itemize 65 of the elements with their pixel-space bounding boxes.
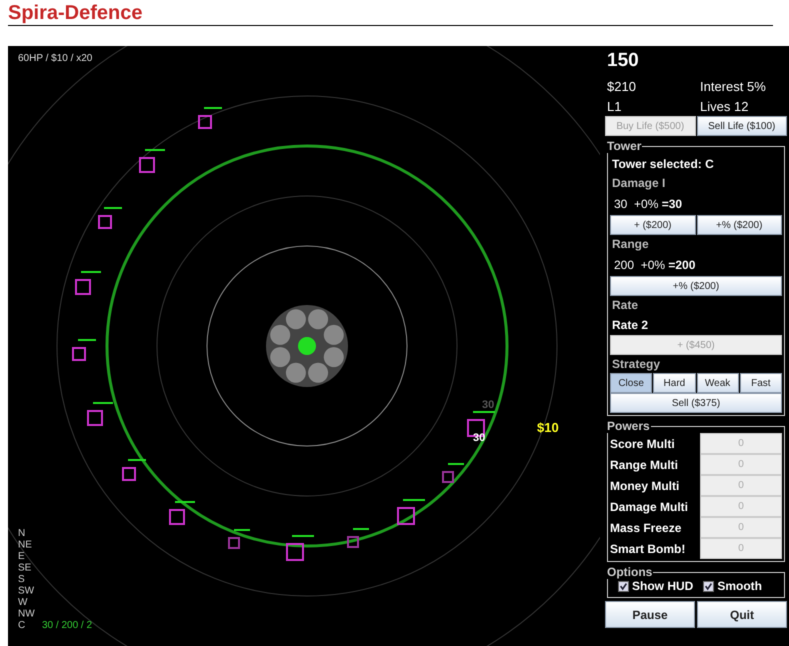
enemy-drawing bbox=[98, 207, 122, 229]
power-label: Mass Freeze bbox=[610, 520, 682, 534]
wave-info: 60HP / $10 / x20 bbox=[18, 53, 92, 64]
section-label: Rate bbox=[611, 297, 640, 314]
enemy-drawing bbox=[169, 501, 195, 525]
floating-text: $10 bbox=[537, 420, 559, 435]
life-button[interactable]: Sell Life ($100) bbox=[696, 116, 787, 136]
checkbox[interactable] bbox=[703, 580, 714, 592]
page-title: Spira-Defence bbox=[8, 2, 142, 25]
section-label: Strategy bbox=[611, 356, 662, 373]
panel-legend: Tower bbox=[606, 139, 642, 153]
score: 150 bbox=[606, 49, 640, 73]
enemy-drawing bbox=[122, 459, 146, 481]
direction-label[interactable]: N bbox=[18, 528, 26, 539]
level: L1 bbox=[607, 98, 622, 114]
strategy-tab[interactable]: Fast bbox=[740, 373, 782, 393]
option-label[interactable]: Smooth bbox=[717, 579, 762, 593]
option-label[interactable]: Show HUD bbox=[632, 579, 694, 593]
section-label: Damage I bbox=[611, 175, 666, 192]
power-label: Range Multi bbox=[610, 458, 679, 472]
direction-label[interactable]: W bbox=[18, 597, 28, 608]
enemy-drawing bbox=[397, 499, 425, 525]
upgrade-button[interactable]: Sell ($375) bbox=[610, 393, 782, 413]
checkbox[interactable] bbox=[618, 580, 629, 592]
lives: Lives 12 bbox=[700, 98, 750, 114]
upgrade-button[interactable]: +% ($200) bbox=[696, 215, 782, 235]
money: $210 bbox=[607, 78, 637, 94]
game-button[interactable]: Quit bbox=[697, 601, 787, 628]
enemy-drawing bbox=[228, 529, 250, 549]
stat-line: 30 +0% =30 bbox=[613, 196, 684, 213]
tower-drawing[interactable] bbox=[266, 305, 348, 387]
game-button[interactable]: Pause bbox=[605, 601, 695, 628]
direction-label[interactable]: C bbox=[18, 620, 26, 631]
floating-text: 30 bbox=[482, 399, 494, 411]
enemy-drawing bbox=[286, 535, 314, 561]
enemy-drawing bbox=[87, 402, 113, 426]
direction-label[interactable]: SW bbox=[18, 586, 34, 596]
tower-value: Rate 2 bbox=[611, 317, 650, 334]
enemy-drawing bbox=[139, 149, 165, 173]
direction-label[interactable]: NW bbox=[18, 608, 35, 620]
power-label: Smart Bomb! bbox=[610, 542, 686, 556]
strategy-tab[interactable]: Weak bbox=[696, 373, 739, 393]
strategy-tab[interactable]: Close bbox=[610, 373, 652, 393]
tower-stats: 30 / 200 / 2 bbox=[42, 620, 92, 631]
enemy-drawing bbox=[442, 463, 464, 483]
enemy-drawing bbox=[198, 107, 222, 129]
power-label: Score Multi bbox=[610, 436, 676, 450]
strategy-tab[interactable]: Hard bbox=[653, 373, 696, 393]
panel-legend: Options bbox=[606, 565, 654, 579]
upgrade-button[interactable]: + ($200) bbox=[610, 215, 696, 235]
enemy-drawing bbox=[347, 528, 369, 548]
power-label: Money Multi bbox=[610, 478, 680, 492]
upgrade-button[interactable]: +% ($200) bbox=[610, 276, 782, 296]
enemy-drawing bbox=[75, 271, 101, 295]
section-label: Range bbox=[611, 236, 650, 253]
direction-label[interactable]: S bbox=[18, 574, 25, 585]
enemy-drawing bbox=[72, 339, 96, 361]
direction-label[interactable]: NE bbox=[18, 540, 32, 550]
panel-legend: Powers bbox=[606, 419, 651, 433]
direction-label[interactable]: E bbox=[18, 551, 25, 562]
tower-value: Tower selected: C bbox=[611, 156, 715, 173]
power-label: Damage Multi bbox=[610, 500, 690, 514]
interest: Interest 5% bbox=[700, 78, 767, 94]
stat-line: 200 +0% =200 bbox=[613, 257, 696, 274]
direction-label[interactable]: SE bbox=[18, 562, 32, 574]
